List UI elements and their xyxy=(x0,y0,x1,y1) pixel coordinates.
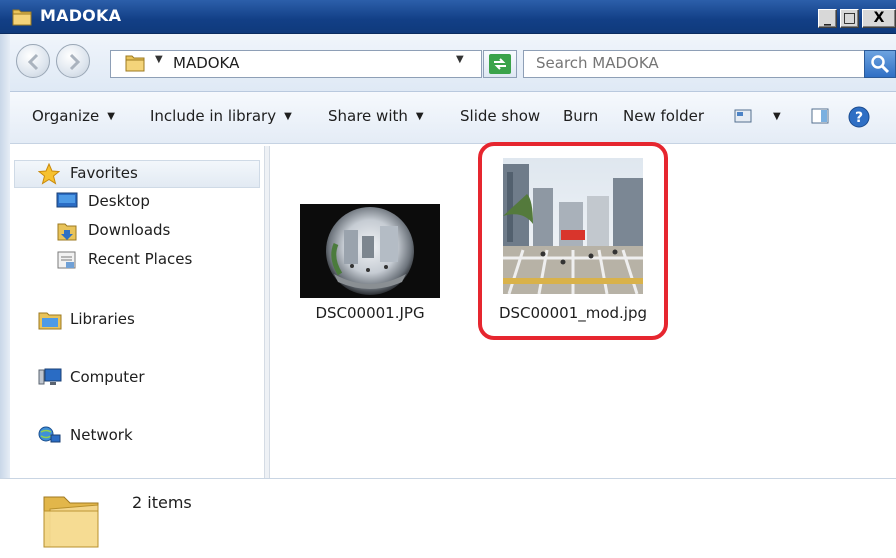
svg-text:?: ? xyxy=(855,110,863,126)
folder-icon xyxy=(125,55,145,72)
item-count: 2 items xyxy=(132,493,192,512)
search-input[interactable] xyxy=(536,54,836,72)
libraries-icon xyxy=(38,312,62,330)
desktop-icon xyxy=(56,192,78,208)
view-dropdown-icon[interactable]: ▼ xyxy=(773,111,781,122)
forward-button[interactable] xyxy=(56,44,90,78)
details-pane: 2 items xyxy=(0,478,896,558)
folder-icon xyxy=(43,496,99,548)
star-icon xyxy=(38,163,60,185)
search-icon xyxy=(871,55,890,74)
close-button[interactable]: X xyxy=(862,9,896,28)
downloads-icon xyxy=(57,223,77,241)
highlight-annotation xyxy=(478,142,668,340)
refresh-icon xyxy=(489,54,511,74)
network-icon xyxy=(38,426,61,443)
breadcrumb-arrow-icon[interactable]: ▼ xyxy=(155,54,163,65)
address-row: ▼ MADOKA ▼ xyxy=(0,34,896,92)
file-item[interactable] xyxy=(300,204,440,302)
address-dropdown-icon[interactable]: ▼ xyxy=(456,54,464,65)
include-in-library-menu[interactable]: Include in library ▼ xyxy=(150,107,292,125)
organize-menu[interactable]: Organize ▼ xyxy=(32,107,115,125)
recent-places-icon xyxy=(57,251,76,269)
search-button[interactable] xyxy=(864,50,896,78)
share-with-menu[interactable]: Share with ▼ xyxy=(328,107,424,125)
new-folder-button[interactable]: New folder xyxy=(623,107,704,125)
preview-pane-icon[interactable] xyxy=(810,106,830,126)
command-bar: Organize ▼ Include in library ▼ Share with… xyxy=(0,92,896,144)
address-bar[interactable]: ▼ MADOKA ▼ xyxy=(110,50,482,78)
forward-arrow-icon xyxy=(69,53,81,71)
title-bar: MADOKA _ □ X xyxy=(0,0,896,34)
computer-icon xyxy=(38,368,62,385)
slide-show-button[interactable]: Slide show xyxy=(460,107,540,125)
minimize-button[interactable]: _ xyxy=(818,9,837,28)
maximize-button[interactable]: □ xyxy=(840,9,859,28)
fisheye-photo-thumbnail[interactable] xyxy=(300,204,440,298)
breadcrumb[interactable]: MADOKA xyxy=(173,54,239,72)
back-button[interactable] xyxy=(16,44,50,78)
burn-button[interactable]: Burn xyxy=(563,107,598,125)
file-name[interactable]: DSC00001.JPG xyxy=(300,304,440,322)
help-icon[interactable]: ? xyxy=(848,106,870,128)
search-box[interactable] xyxy=(523,50,865,78)
window-title: MADOKA xyxy=(40,6,122,25)
refresh-button[interactable] xyxy=(483,50,517,78)
back-arrow-icon xyxy=(27,53,39,71)
folder-icon xyxy=(12,9,32,26)
nav-buttons xyxy=(16,42,102,80)
view-icon[interactable] xyxy=(733,106,753,126)
